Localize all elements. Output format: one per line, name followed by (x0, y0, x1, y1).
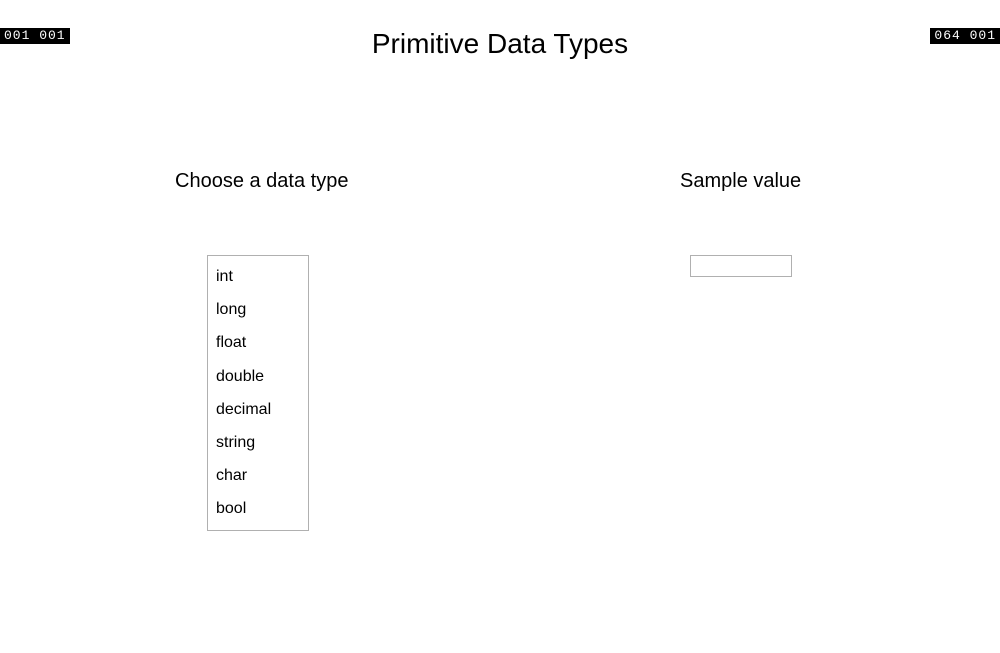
corner-badge-top-left: 001 001 (0, 28, 70, 44)
list-item[interactable]: double (208, 360, 308, 393)
left-column: Choose a data type int long float double… (175, 170, 475, 531)
list-item[interactable]: bool (208, 492, 308, 525)
list-item[interactable]: int (208, 260, 308, 293)
data-type-listbox[interactable]: int long float double decimal string cha… (207, 255, 309, 531)
sample-value-input[interactable] (690, 255, 792, 277)
list-item[interactable]: char (208, 459, 308, 492)
list-item[interactable]: decimal (208, 393, 308, 426)
list-item[interactable]: string (208, 426, 308, 459)
right-column: Sample value (680, 170, 940, 531)
list-item[interactable]: long (208, 293, 308, 326)
page-title: Primitive Data Types (0, 28, 1000, 60)
choose-type-label: Choose a data type (175, 170, 475, 193)
content-columns: Choose a data type int long float double… (0, 170, 1000, 531)
corner-badge-top-right: 064 001 (930, 28, 1000, 44)
list-item[interactable]: float (208, 326, 308, 359)
sample-value-label: Sample value (680, 170, 940, 193)
